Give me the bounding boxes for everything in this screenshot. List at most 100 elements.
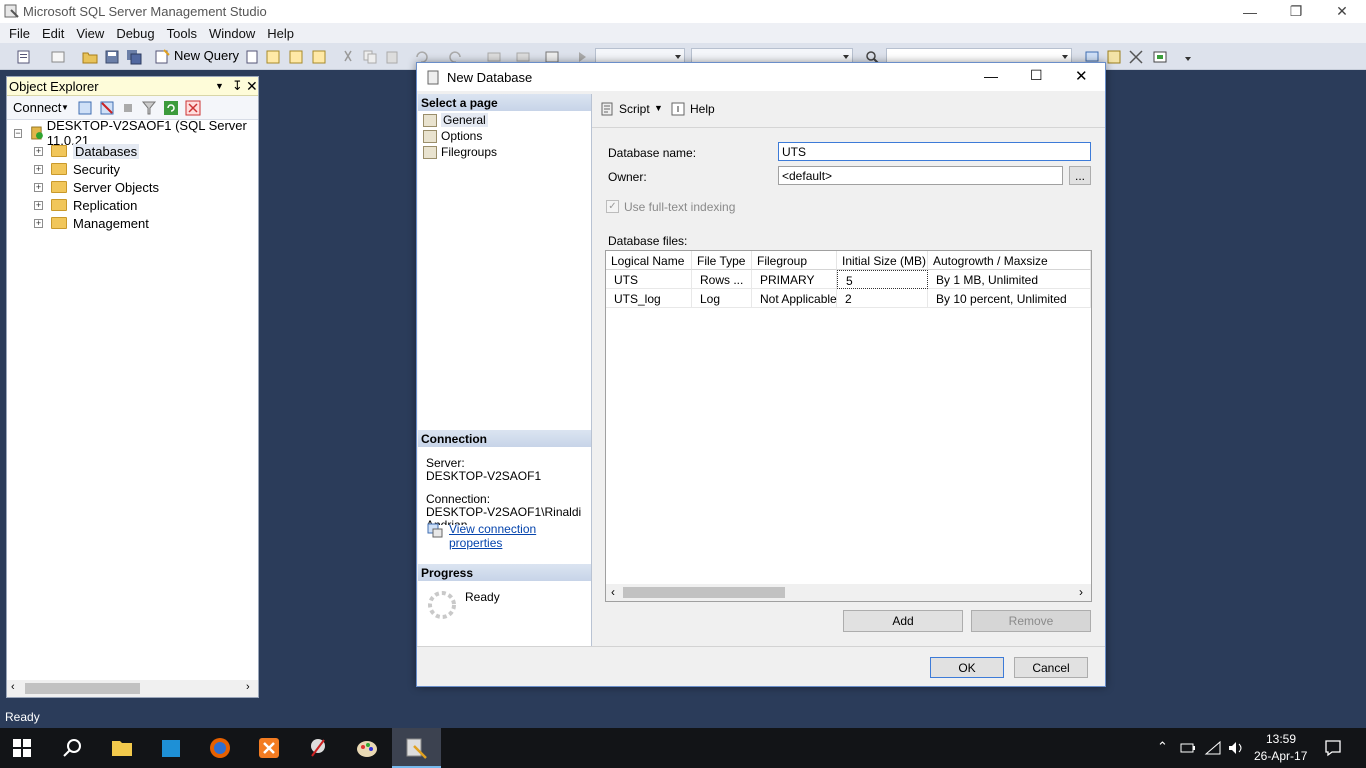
collapse-icon[interactable]: − bbox=[14, 128, 23, 138]
help-button[interactable]: Help bbox=[690, 102, 715, 116]
tree-node-server[interactable]: − DESKTOP-V2SAOF1 (SQL Server 11.0.21 bbox=[14, 118, 258, 148]
clock-date[interactable]: 26-Apr-17 bbox=[1254, 749, 1307, 763]
cell-initial-size[interactable]: 5 bbox=[837, 270, 928, 289]
column-header[interactable]: Initial Size (MB) bbox=[837, 251, 928, 270]
activity-monitor-icon[interactable] bbox=[185, 100, 201, 116]
column-header[interactable]: Logical Name bbox=[606, 251, 692, 270]
xmla-query-icon[interactable] bbox=[311, 49, 327, 65]
volume-icon[interactable] bbox=[1227, 740, 1245, 756]
properties-icon[interactable] bbox=[1128, 49, 1144, 65]
snipping-tool-icon[interactable] bbox=[306, 736, 330, 760]
connect-dropdown-icon[interactable]: ▼ bbox=[61, 103, 69, 112]
close-button[interactable]: ✕ bbox=[1319, 0, 1365, 23]
owner-input[interactable]: <default> bbox=[778, 166, 1063, 185]
menu-window[interactable]: Window bbox=[203, 26, 261, 41]
scroll-thumb[interactable] bbox=[25, 683, 140, 694]
new-query-button[interactable]: New Query bbox=[174, 48, 239, 63]
expand-icon[interactable]: + bbox=[34, 146, 43, 156]
firefox-icon[interactable] bbox=[208, 736, 232, 760]
add-button[interactable]: Add bbox=[843, 610, 963, 632]
script-icon[interactable] bbox=[599, 101, 615, 117]
grid-horizontal-scrollbar[interactable]: ‹ › bbox=[606, 584, 1091, 601]
script-dropdown-icon[interactable]: ▼ bbox=[654, 103, 663, 113]
page-options[interactable]: Options bbox=[423, 128, 482, 144]
expand-icon[interactable]: + bbox=[34, 164, 43, 174]
tree-node-management[interactable]: + Management bbox=[34, 214, 149, 232]
minimize-button[interactable]: — bbox=[1227, 0, 1273, 23]
column-header[interactable]: File Type bbox=[692, 251, 752, 270]
scroll-thumb[interactable] bbox=[623, 587, 785, 598]
open-file-icon[interactable] bbox=[82, 49, 98, 65]
wifi-icon[interactable] bbox=[1204, 740, 1222, 756]
toolbox-icon[interactable] bbox=[1152, 49, 1168, 65]
database-name-input[interactable]: UTS bbox=[778, 142, 1091, 161]
cell-initial-size[interactable]: 2 bbox=[837, 289, 928, 308]
horizontal-scrollbar[interactable]: ‹ › bbox=[7, 680, 258, 697]
cancel-button[interactable]: Cancel bbox=[1014, 657, 1088, 678]
toolbar-options-icon[interactable] bbox=[1180, 49, 1196, 65]
dialog-minimize-button[interactable]: — bbox=[984, 68, 998, 84]
menu-edit[interactable]: Edit bbox=[36, 26, 70, 41]
cell-filegroup[interactable]: PRIMARY bbox=[752, 270, 837, 289]
store-icon[interactable] bbox=[159, 736, 183, 760]
fulltext-checkbox[interactable]: ✓ bbox=[606, 200, 619, 213]
scroll-left-icon[interactable]: ‹ bbox=[11, 681, 15, 693]
remove-button[interactable]: Remove bbox=[971, 610, 1091, 632]
ok-button[interactable]: OK bbox=[930, 657, 1004, 678]
panel-close-icon[interactable]: ✕ bbox=[246, 78, 258, 95]
new-project-icon[interactable] bbox=[16, 49, 32, 65]
menu-file[interactable]: File bbox=[3, 26, 36, 41]
scroll-left-icon[interactable]: ‹ bbox=[611, 585, 615, 599]
tray-chevron-icon[interactable]: ⌃ bbox=[1157, 739, 1168, 755]
page-filegroups[interactable]: Filegroups bbox=[423, 144, 497, 160]
script-button[interactable]: Script bbox=[619, 102, 650, 116]
dmx-query-icon[interactable] bbox=[288, 49, 304, 65]
column-header[interactable]: Autogrowth / Maxsize bbox=[928, 251, 1091, 270]
filter-icon[interactable] bbox=[141, 100, 157, 116]
windows-start-icon[interactable] bbox=[12, 738, 32, 758]
expand-icon[interactable]: + bbox=[34, 218, 43, 228]
menu-tools[interactable]: Tools bbox=[161, 26, 203, 41]
database-engine-query-icon[interactable] bbox=[244, 49, 260, 65]
save-all-icon[interactable] bbox=[126, 49, 142, 65]
expand-icon[interactable]: + bbox=[34, 182, 43, 192]
add-item-icon[interactable] bbox=[50, 49, 66, 65]
cell-autogrowth[interactable]: By 10 percent, Unlimited bbox=[928, 289, 1091, 308]
page-general[interactable]: General bbox=[423, 112, 488, 128]
connect-button[interactable]: Connect bbox=[13, 100, 61, 115]
cell-logical-name[interactable]: UTS bbox=[606, 270, 692, 289]
tree-node-server-objects[interactable]: + Server Objects bbox=[34, 178, 159, 196]
search-icon[interactable] bbox=[61, 736, 85, 760]
scroll-right-icon[interactable]: › bbox=[1079, 585, 1083, 599]
object-explorer-icon[interactable] bbox=[1106, 49, 1122, 65]
cell-file-type[interactable]: Rows ... bbox=[692, 270, 752, 289]
cell-autogrowth[interactable]: By 1 MB, Unlimited bbox=[928, 270, 1091, 289]
new-query-icon[interactable] bbox=[154, 49, 170, 65]
menu-help[interactable]: Help bbox=[261, 26, 300, 41]
save-icon[interactable] bbox=[104, 49, 120, 65]
tree-node-replication[interactable]: + Replication bbox=[34, 196, 137, 214]
restore-button[interactable]: ❐ bbox=[1273, 0, 1319, 23]
scroll-right-icon[interactable]: › bbox=[246, 681, 250, 693]
dialog-maximize-button[interactable]: ☐ bbox=[1030, 67, 1043, 84]
expand-icon[interactable]: + bbox=[34, 200, 43, 210]
menu-view[interactable]: View bbox=[70, 26, 110, 41]
view-connection-properties-link[interactable]: View connection properties bbox=[449, 522, 591, 550]
owner-browse-button[interactable]: ... bbox=[1069, 166, 1091, 185]
xampp-icon[interactable] bbox=[257, 736, 281, 760]
stop-icon[interactable] bbox=[122, 102, 134, 114]
disconnect-icon[interactable] bbox=[99, 100, 115, 116]
ssms-taskbar-button[interactable] bbox=[392, 728, 441, 768]
cut-icon[interactable] bbox=[340, 49, 356, 65]
panel-dropdown-icon[interactable]: ▼ bbox=[215, 81, 224, 91]
tree-node-security[interactable]: + Security bbox=[34, 160, 120, 178]
paste-icon[interactable] bbox=[384, 49, 400, 65]
analysis-query-icon[interactable] bbox=[265, 49, 281, 65]
file-explorer-icon[interactable] bbox=[110, 736, 134, 760]
copy-icon[interactable] bbox=[362, 49, 378, 65]
clock-time[interactable]: 13:59 bbox=[1266, 732, 1296, 746]
refresh-icon[interactable] bbox=[163, 100, 179, 116]
column-header[interactable]: Filegroup bbox=[752, 251, 837, 270]
connect-server-icon[interactable] bbox=[77, 100, 93, 116]
cell-filegroup[interactable]: Not Applicable bbox=[752, 289, 837, 308]
